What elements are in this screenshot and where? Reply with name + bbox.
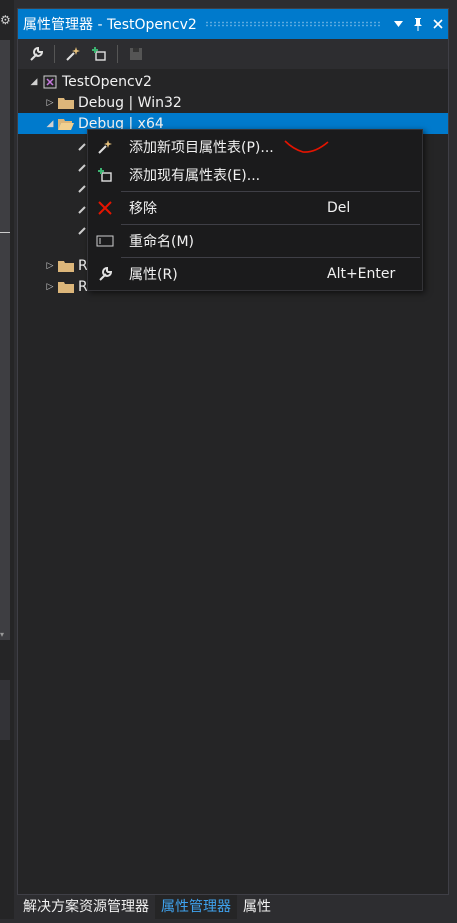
toolbar-separator — [54, 45, 55, 63]
menu-item-label: 移除 — [129, 201, 157, 217]
menu-item-add-new-property-sheet[interactable]: 添加新项目属性表(P)... — [88, 132, 422, 162]
dropdown-icon[interactable] — [388, 14, 408, 34]
add-existing-sheet-icon — [88, 167, 122, 183]
tab-property-manager[interactable]: 属性管理器 — [155, 895, 237, 919]
collapsed-arrow-icon[interactable]: ▷ — [44, 97, 56, 109]
left-panel-scrollbar[interactable] — [0, 40, 10, 640]
rename-icon — [88, 235, 122, 247]
context-menu: 添加新项目属性表(P)... 添加现有属性表(E)... 移除 Del 重命名(… — [87, 129, 423, 291]
tree-item-label: Debug | Win32 — [78, 94, 182, 111]
tree-item[interactable]: ▷ Debug | Win32 — [18, 92, 448, 113]
pin-icon[interactable] — [408, 14, 428, 34]
tab-properties[interactable]: 属性 — [237, 895, 277, 919]
menu-item-shortcut: Del — [327, 200, 351, 216]
save-icon[interactable] — [124, 42, 148, 66]
add-new-sheet-icon[interactable] — [61, 42, 85, 66]
menu-item-label: 添加新项目属性表(P)... — [129, 140, 274, 156]
menu-separator — [121, 224, 420, 225]
bottom-tab-bar: 解决方案资源管理器 属性管理器 属性 — [17, 895, 277, 919]
panel-title: 属性管理器 - TestOpencv2 — [23, 17, 197, 33]
chevron-down-icon: ▾ — [0, 630, 5, 639]
wrench-icon — [88, 266, 122, 282]
toolbar-separator — [117, 45, 118, 63]
remove-x-icon — [88, 201, 122, 215]
menu-separator — [121, 257, 420, 258]
menu-item-label: 重命名(M) — [129, 234, 195, 250]
tree-root-label: TestOpencv2 — [62, 73, 152, 90]
menu-separator — [121, 191, 420, 192]
gear-icon[interactable]: ⚙ — [0, 13, 11, 27]
open-folder-icon — [58, 116, 74, 132]
tab-solution-explorer[interactable]: 解决方案资源管理器 — [17, 895, 155, 919]
menu-item-shortcut: Alt+Enter — [327, 266, 396, 282]
collapsed-arrow-icon[interactable]: ▷ — [44, 260, 56, 272]
folder-icon — [58, 279, 74, 295]
close-icon[interactable] — [428, 14, 448, 34]
menu-item-label: 添加现有属性表(E)... — [129, 168, 261, 184]
folder-icon — [58, 258, 74, 274]
red-annotation-scribble — [284, 140, 329, 153]
left-panel-block — [0, 680, 10, 740]
titlebar-grip[interactable] — [204, 21, 380, 27]
left-panel-edge: ⚙ ▾ — [0, 0, 14, 923]
expanded-arrow-icon[interactable]: ◢ — [28, 76, 40, 88]
add-new-sheet-icon — [88, 139, 122, 155]
folder-icon — [58, 95, 74, 111]
add-existing-sheet-icon[interactable] — [87, 42, 111, 66]
tree-root[interactable]: ◢ TestOpencv2 — [18, 71, 448, 92]
project-icon — [42, 74, 58, 90]
panel-toolbar — [18, 39, 448, 69]
menu-item-add-existing-property-sheet[interactable]: 添加现有属性表(E)... — [88, 160, 422, 190]
expanded-arrow-icon[interactable]: ◢ — [44, 118, 56, 130]
panel-titlebar[interactable]: 属性管理器 - TestOpencv2 — [18, 9, 448, 39]
collapsed-arrow-icon[interactable]: ▷ — [44, 281, 56, 293]
menu-item-properties[interactable]: 属性(R) Alt+Enter — [88, 259, 422, 289]
menu-item-label: 属性(R) — [129, 267, 178, 283]
wrench-icon[interactable] — [24, 42, 48, 66]
left-panel-divider — [0, 232, 10, 233]
menu-item-remove[interactable]: 移除 Del — [88, 193, 422, 223]
menu-item-rename[interactable]: 重命名(M) — [88, 226, 422, 256]
status-strip — [0, 919, 457, 923]
